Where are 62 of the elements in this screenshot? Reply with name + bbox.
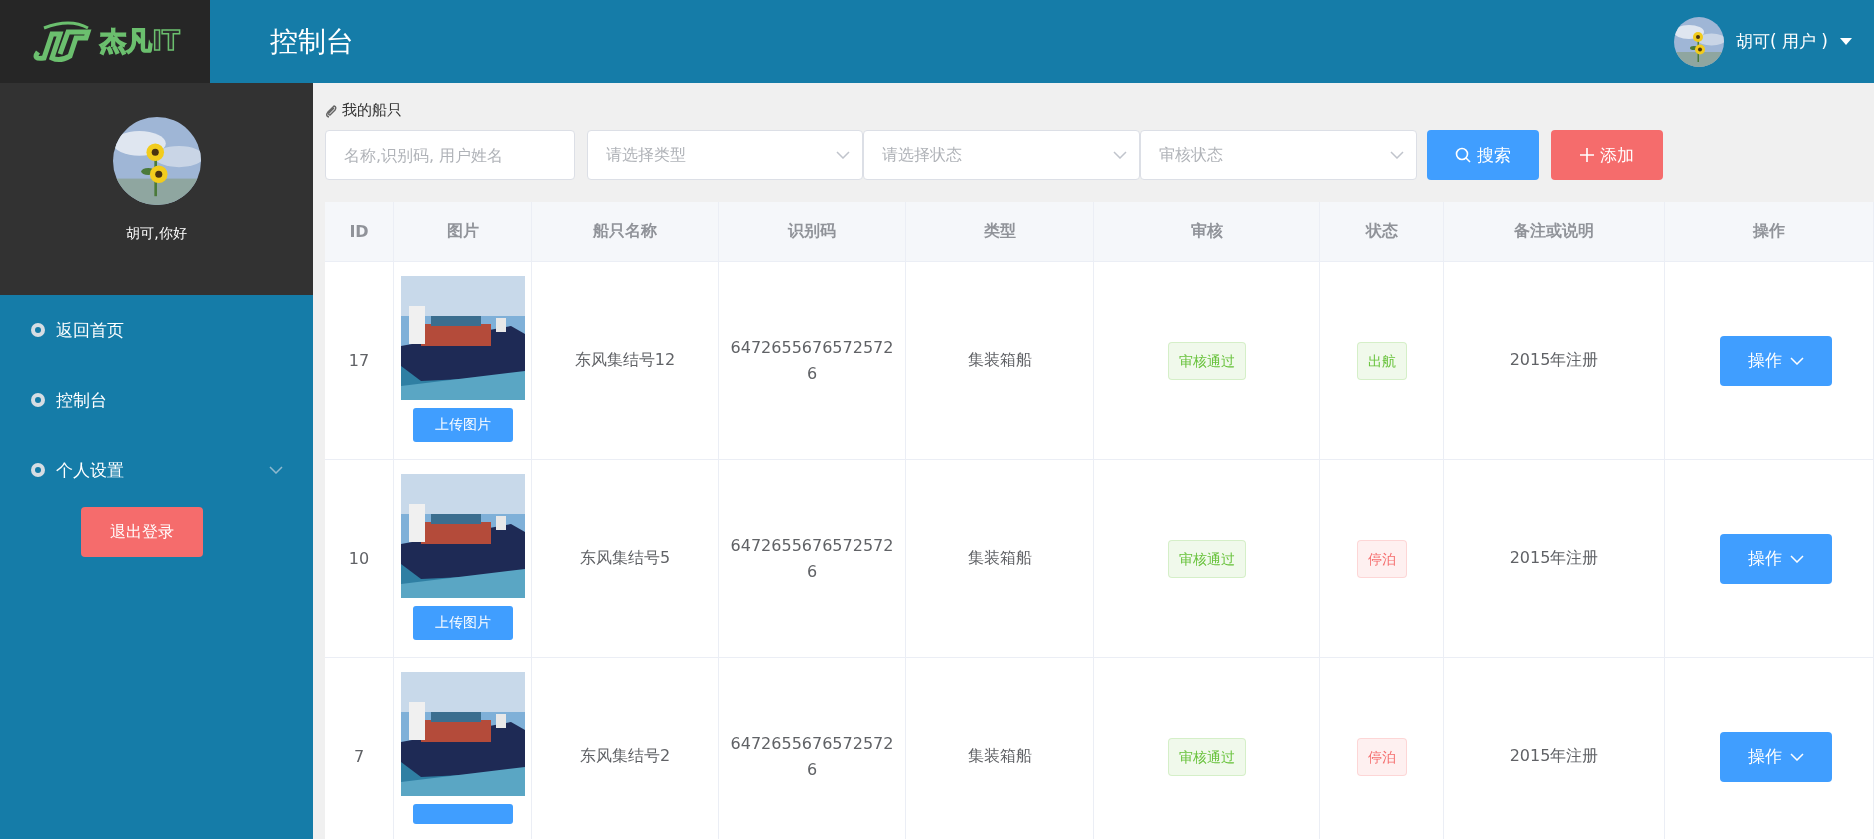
status-tag: 停泊 — [1356, 737, 1407, 776]
table-cell: 2015年注册 — [1444, 460, 1665, 657]
status-tag: 审核通过 — [1167, 341, 1246, 380]
table-cell-text: 6472655676572572 6 — [729, 534, 895, 583]
table-cell-text: 6472655676572572 6 — [729, 732, 895, 781]
upload-button[interactable]: 上传图片 — [412, 606, 513, 640]
column-header: 识别码 — [719, 202, 906, 261]
table-cell: 东风集结号12 — [532, 262, 719, 459]
table-cell: 东风集结号2 — [532, 658, 719, 839]
upload-button[interactable] — [412, 804, 513, 824]
paperclip-icon — [325, 103, 338, 118]
column-header: 操作 — [1665, 202, 1874, 261]
select-field[interactable]: 审核状态 — [1140, 130, 1417, 180]
column-header: 船只名称 — [532, 202, 719, 261]
select-field[interactable]: 请选择类型 — [587, 130, 863, 180]
add-button[interactable]: 添加 — [1551, 130, 1663, 180]
status-tag: 出航 — [1356, 341, 1407, 380]
table-cell: 2015年注册 — [1444, 262, 1665, 459]
chevron-down-icon — [1113, 151, 1127, 159]
table-cell: 东风集结号5 — [532, 460, 719, 657]
column-header: 图片 — [394, 202, 532, 261]
sidebar-item[interactable]: 返回首页 — [0, 295, 313, 365]
search-field[interactable]: 名称,识别码, 用户姓名 — [325, 130, 575, 180]
search-button[interactable]: 搜索 — [1427, 130, 1539, 180]
column-header: 类型 — [906, 202, 1094, 261]
logout-button[interactable]: 退出登录 — [80, 507, 203, 557]
chevron-down-icon — [1790, 356, 1804, 365]
chevron-down-icon — [1790, 752, 1804, 761]
sidebar-item[interactable]: 个人设置 — [0, 435, 313, 505]
search-icon — [1455, 147, 1471, 163]
plus-icon — [1580, 148, 1594, 162]
sidebar-item[interactable]: 控制台 — [0, 365, 313, 435]
action-button[interactable]: 操作 — [1720, 335, 1832, 386]
table-cell: 集装箱船 — [906, 658, 1094, 839]
page-heading: 控制台 — [270, 23, 354, 60]
action-button[interactable]: 操作 — [1720, 533, 1832, 584]
chevron-down-icon — [1790, 554, 1804, 563]
chevron-icon — [269, 466, 283, 474]
table-cell-text: 6472655676572572 6 — [729, 336, 895, 385]
table-cell: 集装箱船 — [906, 460, 1094, 657]
column-header: 审核 — [1094, 202, 1320, 261]
status-tag: 停泊 — [1356, 539, 1407, 578]
column-header: ID — [325, 202, 394, 261]
table-cell: 10 — [325, 460, 394, 657]
table-cell: 7 — [325, 658, 394, 839]
select-field[interactable]: 请选择状态 — [863, 130, 1140, 180]
upload-button[interactable]: 上传图片 — [412, 408, 513, 442]
column-header: 状态 — [1320, 202, 1444, 261]
user-menu[interactable]: 胡可( 用户 ) — [1735, 30, 1828, 53]
chevron-down-icon — [836, 151, 850, 159]
chevron-down-icon — [1390, 151, 1404, 159]
section-title: 我的船只 — [325, 101, 1874, 120]
logo-text: 杰凡IT — [100, 25, 180, 58]
table-cell: 17 — [325, 262, 394, 459]
greeting: 胡可,你好 — [126, 225, 187, 243]
column-header: 备注或说明 — [1444, 202, 1665, 261]
status-tag: 审核通过 — [1167, 737, 1246, 776]
table-cell: 2015年注册 — [1444, 658, 1665, 839]
action-button[interactable]: 操作 — [1720, 731, 1832, 782]
table-cell: 集装箱船 — [906, 262, 1094, 459]
status-tag: 审核通过 — [1167, 539, 1246, 578]
caret-down-icon — [1840, 37, 1852, 46]
